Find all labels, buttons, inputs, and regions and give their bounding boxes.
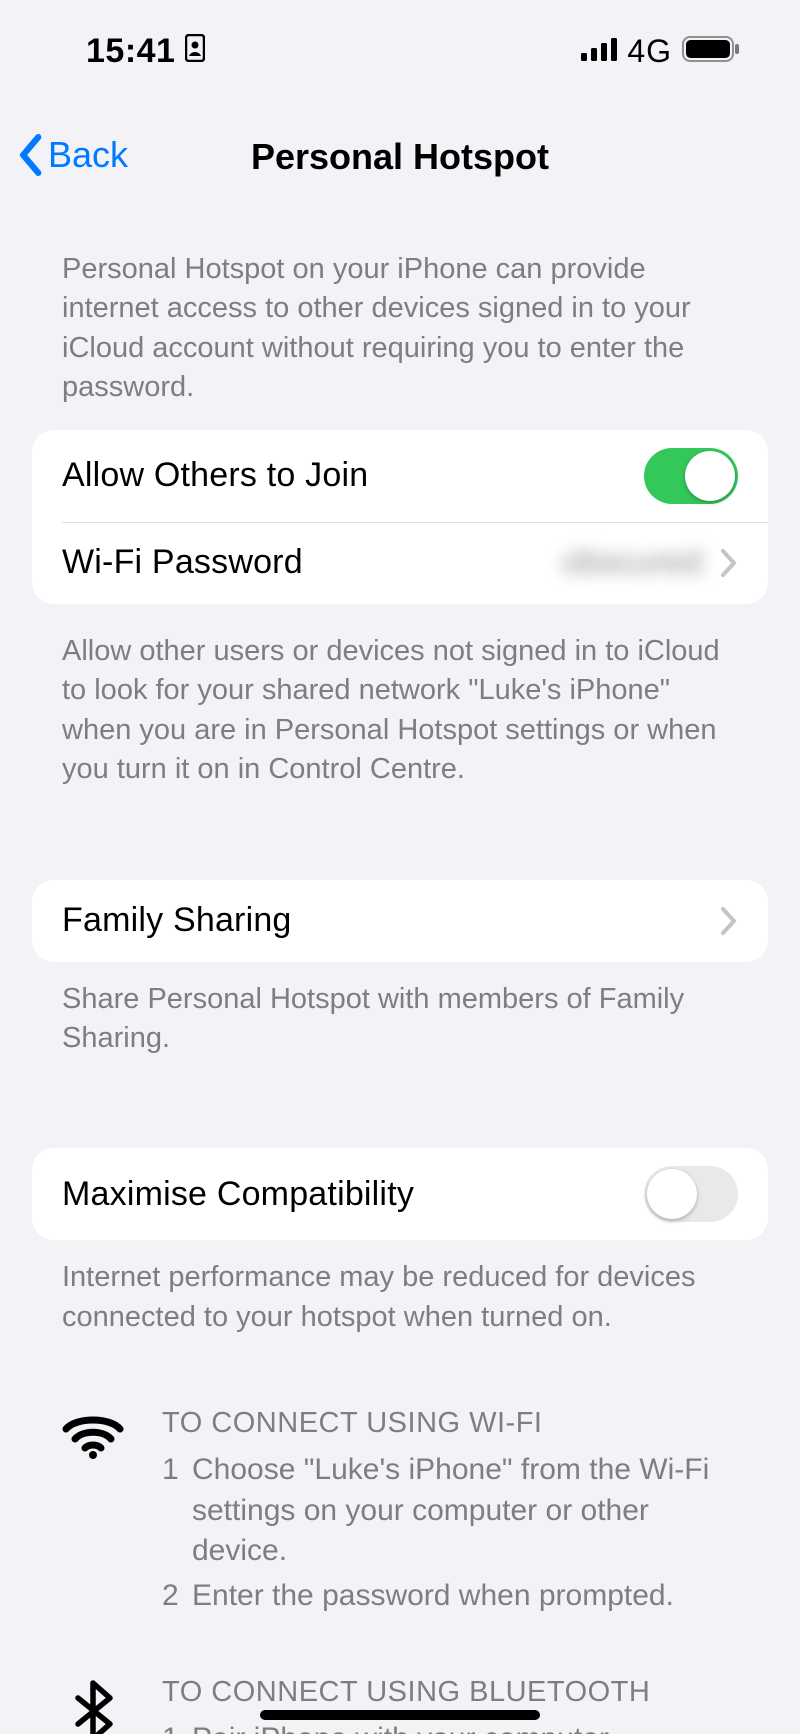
home-indicator[interactable] bbox=[260, 1710, 540, 1720]
maximise-label: Maximise Compatibility bbox=[62, 1175, 644, 1214]
cellular-signal-icon bbox=[581, 37, 617, 66]
allow-others-toggle[interactable] bbox=[644, 448, 738, 504]
group-family: Family Sharing bbox=[32, 880, 768, 962]
chevron-right-icon bbox=[720, 548, 738, 578]
back-label: Back bbox=[48, 134, 128, 176]
back-button[interactable]: Back bbox=[16, 133, 128, 177]
maximise-footer: Internet performance may be reduced for … bbox=[32, 1258, 768, 1337]
allow-others-label: Allow Others to Join bbox=[62, 456, 644, 495]
battery-icon bbox=[682, 35, 740, 68]
chevron-right-icon bbox=[720, 906, 738, 936]
wifi-instructions: TO CONNECT USING WI-FI 1Choose "Luke's i… bbox=[62, 1407, 738, 1620]
status-network: 4G bbox=[627, 33, 672, 70]
bluetooth-instructions: TO CONNECT USING BLUETOOTH 1Pair iPhone … bbox=[62, 1676, 738, 1734]
allow-footer: Allow other users or devices not signed … bbox=[32, 632, 768, 790]
page-title: Personal Hotspot bbox=[251, 136, 549, 178]
bt-instr-steps: 1Pair iPhone with your computer. 2On iPh… bbox=[162, 1719, 738, 1734]
bt-instr-title: TO CONNECT USING BLUETOOTH bbox=[162, 1676, 738, 1709]
wifi-password-label: Wi-Fi Password bbox=[62, 543, 562, 582]
group-allow: Allow Others to Join Wi-Fi Password obsc… bbox=[32, 430, 768, 604]
row-allow-others[interactable]: Allow Others to Join bbox=[32, 430, 768, 522]
maximise-toggle[interactable] bbox=[644, 1166, 738, 1222]
wifi-password-value: obscured bbox=[562, 543, 702, 582]
status-time: 15:41 bbox=[86, 32, 175, 71]
wifi-icon bbox=[62, 1407, 124, 1620]
wifi-instr-steps: 1Choose "Luke's iPhone" from the Wi-Fi s… bbox=[162, 1450, 738, 1616]
id-card-icon bbox=[185, 32, 205, 71]
family-sharing-label: Family Sharing bbox=[62, 901, 702, 940]
status-bar: 15:41 4G bbox=[0, 0, 800, 110]
row-family-sharing[interactable]: Family Sharing bbox=[32, 880, 768, 962]
nav-header: Back Personal Hotspot bbox=[0, 110, 800, 200]
row-maximise-compatibility[interactable]: Maximise Compatibility bbox=[32, 1148, 768, 1240]
instructions: TO CONNECT USING WI-FI 1Choose "Luke's i… bbox=[32, 1407, 768, 1734]
wifi-instr-title: TO CONNECT USING WI-FI bbox=[162, 1407, 738, 1440]
family-footer: Share Personal Hotspot with members of F… bbox=[32, 980, 768, 1059]
row-wifi-password[interactable]: Wi-Fi Password obscured bbox=[32, 522, 768, 604]
group-maximise: Maximise Compatibility bbox=[32, 1148, 768, 1240]
bluetooth-icon bbox=[62, 1676, 124, 1734]
intro-text: Personal Hotspot on your iPhone can prov… bbox=[32, 250, 768, 408]
